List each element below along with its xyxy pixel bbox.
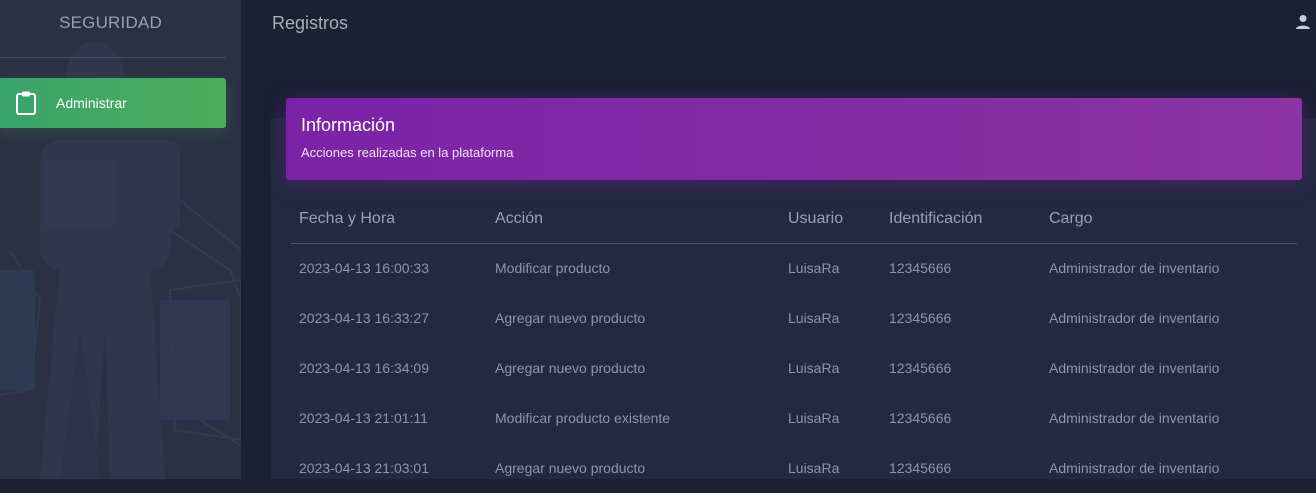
- main-content: Registros Información Acciones realizada…: [241, 0, 1316, 479]
- cell-identificacion: 12345666: [889, 310, 952, 326]
- card-title: Información: [301, 115, 396, 135]
- page-title: Registros: [272, 13, 349, 33]
- cell-cargo: Administrador de inventario: [1049, 460, 1220, 476]
- cell-fecha: 2023-04-13 16:00:33: [299, 260, 429, 277]
- cell-fecha: 2023-04-13 16:33:27: [299, 310, 429, 326]
- table-row: 2023-04-13 21:01:11 Modificar producto e…: [291, 393, 1297, 443]
- cell-identificacion: 12345666: [889, 460, 952, 476]
- column-header-accion: Acción: [487, 196, 780, 244]
- cell-fecha: 2023-04-13 16:34:09: [299, 360, 429, 376]
- sidebar-item-label: Administrar: [56, 95, 127, 111]
- cell-identificacion: 12345666: [889, 360, 952, 376]
- table-header-row: Fecha y Hora Acción Usuario Identificaci…: [291, 196, 1297, 244]
- user-icon[interactable]: [1295, 14, 1311, 30]
- cell-cargo: Administrador de inventario: [1049, 260, 1220, 277]
- sidebar-background-illustration: [0, 42, 241, 479]
- cell-identificacion: 12345666: [889, 260, 952, 277]
- column-header-identificacion: Identificación: [881, 196, 1041, 244]
- column-header-usuario: Usuario: [780, 196, 881, 244]
- cell-usuario: LuisaRa: [788, 360, 840, 376]
- cell-accion: Agregar nuevo producto: [495, 310, 646, 326]
- brand-divider: [0, 57, 226, 58]
- table-row: 2023-04-13 16:34:09 Agregar nuevo produc…: [291, 343, 1297, 393]
- cell-cargo: Administrador de inventario: [1049, 310, 1220, 326]
- cell-usuario: LuisaRa: [788, 410, 840, 426]
- column-header-fecha: Fecha y Hora: [291, 196, 487, 244]
- table-row: 2023-04-13 16:00:33 Modificar producto L…: [291, 243, 1297, 293]
- card-subtitle: Acciones realizadas en la plataforma: [301, 145, 514, 160]
- sidebar-item-administrar[interactable]: Administrar: [0, 78, 226, 128]
- cell-usuario: LuisaRa: [788, 310, 840, 326]
- cell-cargo: Administrador de inventario: [1049, 360, 1220, 376]
- cell-fecha: 2023-04-13 21:01:11: [299, 410, 428, 426]
- cell-usuario: LuisaRa: [788, 260, 840, 277]
- cell-accion: Modificar producto existente: [495, 410, 671, 426]
- info-card-header: Información Acciones realizadas en la pl…: [286, 98, 1302, 180]
- activity-log-table: Fecha y Hora Acción Usuario Identificaci…: [291, 196, 1297, 493]
- cell-fecha: 2023-04-13 21:03:01: [299, 460, 429, 476]
- cell-cargo: Administrador de inventario: [1049, 410, 1220, 426]
- table-row: 2023-04-13 21:03:01 Agregar nuevo produc…: [291, 443, 1297, 493]
- cell-accion: Agregar nuevo producto: [495, 460, 646, 476]
- clipboard-icon: [16, 91, 36, 115]
- cell-accion: Agregar nuevo producto: [495, 360, 646, 376]
- cell-usuario: LuisaRa: [788, 460, 840, 476]
- brand-title: SEGURIDAD: [59, 13, 162, 32]
- cell-accion: Modificar producto: [495, 260, 611, 277]
- sidebar: SEGURIDAD Administrar: [0, 0, 241, 479]
- column-header-cargo: Cargo: [1041, 196, 1297, 244]
- table-row: 2023-04-13 16:33:27 Agregar nuevo produc…: [291, 293, 1297, 343]
- cell-identificacion: 12345666: [889, 410, 952, 426]
